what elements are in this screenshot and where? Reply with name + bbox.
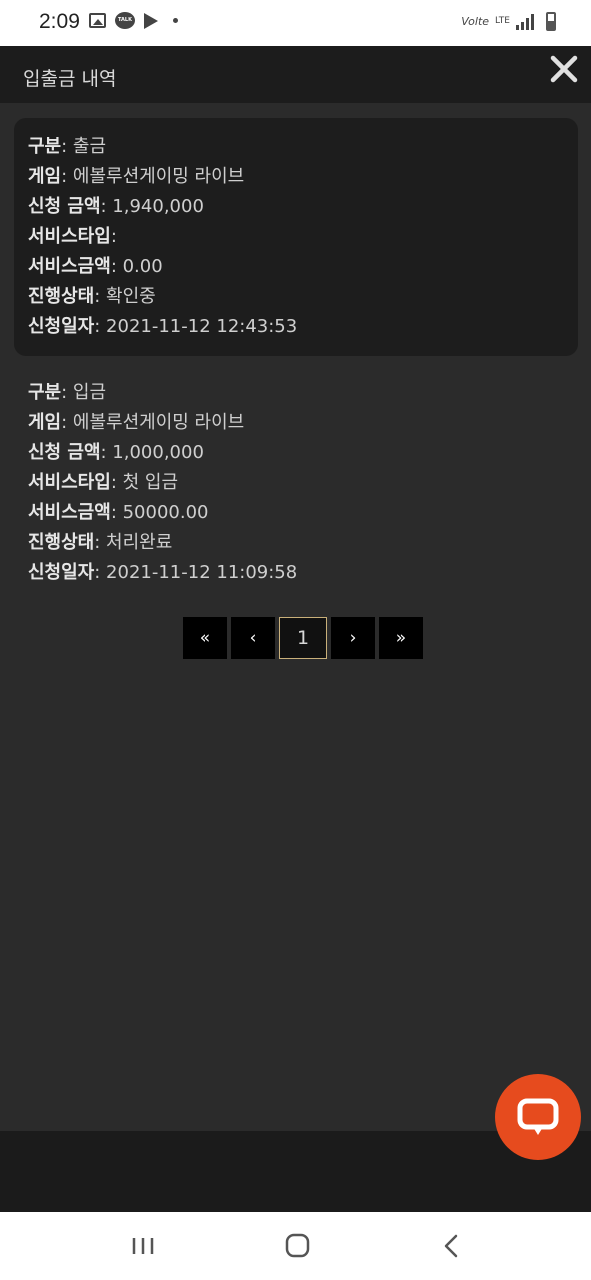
- record-type-label: 구분: [28, 136, 62, 157]
- record-status: 진행상태: 확인중: [28, 284, 156, 310]
- home-button[interactable]: [278, 1230, 318, 1262]
- record-status-value: : 확인중: [94, 286, 156, 307]
- record-service-type: 서비스타입:: [28, 224, 117, 250]
- back-icon: [444, 1234, 458, 1258]
- record-service-type-value: :: [110, 226, 117, 247]
- record-game-value: : 에볼루션게이밍 라이브: [61, 412, 245, 433]
- record-amount: 신청 금액: 1,940,000: [28, 194, 204, 220]
- volte-indicator: Volte: [461, 15, 490, 28]
- talk-icon: TALK: [115, 12, 135, 29]
- chat-icon: [517, 1098, 559, 1135]
- status-time: 2:09: [39, 10, 80, 33]
- record-amount-value: : 1,940,000: [100, 196, 204, 217]
- record-status-label: 진행상태: [28, 532, 95, 553]
- record-amount-label: 신청 금액: [28, 196, 101, 217]
- pagination: « ‹ 1 › »: [183, 617, 423, 659]
- page: 2:09 TALK Volte LTE 입출금 내역 구분: 출금 게임: 에볼…: [0, 0, 591, 1280]
- record-date-value: : 2021-11-12 11:09:58: [94, 562, 298, 583]
- record-game-label: 게임: [28, 166, 62, 187]
- modal-header: 입출금 내역: [0, 46, 591, 103]
- home-icon: [285, 1233, 310, 1258]
- record-service-type: 서비스타입: 첫 입금: [28, 470, 178, 496]
- record-service-amount-value: : 0.00: [110, 256, 163, 277]
- record-service-amount-label: 서비스금액: [28, 256, 111, 277]
- record-date-value: : 2021-11-12 12:43:53: [94, 316, 298, 337]
- record-game-value: : 에볼루션게이밍 라이브: [61, 166, 245, 187]
- play-store-icon: [144, 12, 158, 29]
- record-service-type-label: 서비스타입: [28, 226, 111, 247]
- chat-button[interactable]: [495, 1074, 581, 1160]
- prev-page-button[interactable]: ‹: [231, 617, 275, 659]
- transaction-card: 구분: 출금 게임: 에볼루션게이밍 라이브 신청 금액: 1,940,000 …: [14, 118, 578, 356]
- record-type: 구분: 출금: [28, 134, 106, 160]
- page-number-button[interactable]: 1: [279, 617, 327, 659]
- record-type-value: : 입금: [61, 382, 107, 403]
- close-icon: [550, 55, 578, 83]
- gallery-icon: [89, 13, 106, 28]
- record-type: 구분: 입금: [28, 380, 106, 406]
- battery-icon: [546, 12, 556, 31]
- record-service-amount-value: : 50000.00: [110, 502, 209, 523]
- record-service-type-label: 서비스타입: [28, 472, 111, 493]
- record-status: 진행상태: 처리완료: [28, 530, 172, 556]
- record-type-value: : 출금: [61, 136, 107, 157]
- record-type-label: 구분: [28, 382, 62, 403]
- record-game-label: 게임: [28, 412, 62, 433]
- record-game: 게임: 에볼루션게이밍 라이브: [28, 410, 244, 436]
- record-date: 신청일자: 2021-11-12 11:09:58: [28, 560, 297, 586]
- status-bar: 2:09 TALK Volte LTE: [0, 0, 591, 46]
- record-service-amount: 서비스금액: 0.00: [28, 254, 163, 280]
- record-date-label: 신청일자: [28, 316, 95, 337]
- record-service-amount: 서비스금액: 50000.00: [28, 500, 209, 526]
- first-page-button[interactable]: «: [183, 617, 227, 659]
- record-amount-value: : 1,000,000: [100, 442, 204, 463]
- status-icons-left: TALK: [89, 12, 178, 29]
- record-amount-label: 신청 금액: [28, 442, 101, 463]
- status-icons-right: Volte LTE: [461, 12, 556, 31]
- back-button[interactable]: [432, 1230, 472, 1262]
- signal-icon: [516, 13, 534, 30]
- record-date: 신청일자: 2021-11-12 12:43:53: [28, 314, 297, 340]
- record-service-type-value: : 첫 입금: [110, 472, 178, 493]
- next-page-button[interactable]: ›: [331, 617, 375, 659]
- recent-apps-button[interactable]: [124, 1230, 164, 1262]
- record-game: 게임: 에볼루션게이밍 라이브: [28, 164, 244, 190]
- last-page-button[interactable]: »: [379, 617, 423, 659]
- record-service-amount-label: 서비스금액: [28, 502, 111, 523]
- lte-indicator: LTE: [495, 16, 510, 26]
- record-status-value: : 처리완료: [94, 532, 173, 553]
- record-amount: 신청 금액: 1,000,000: [28, 440, 204, 466]
- dot-icon: [173, 18, 178, 23]
- recent-apps-icon: [132, 1238, 154, 1254]
- record-status-label: 진행상태: [28, 286, 95, 307]
- record-date-label: 신청일자: [28, 562, 95, 583]
- bottom-bar: [0, 1131, 591, 1212]
- transaction-card: 구분: 입금 게임: 에볼루션게이밍 라이브 신청 금액: 1,000,000 …: [14, 365, 578, 595]
- page-title: 입출금 내역: [23, 68, 117, 90]
- close-button[interactable]: [549, 54, 579, 84]
- system-nav-bar: [0, 1212, 591, 1280]
